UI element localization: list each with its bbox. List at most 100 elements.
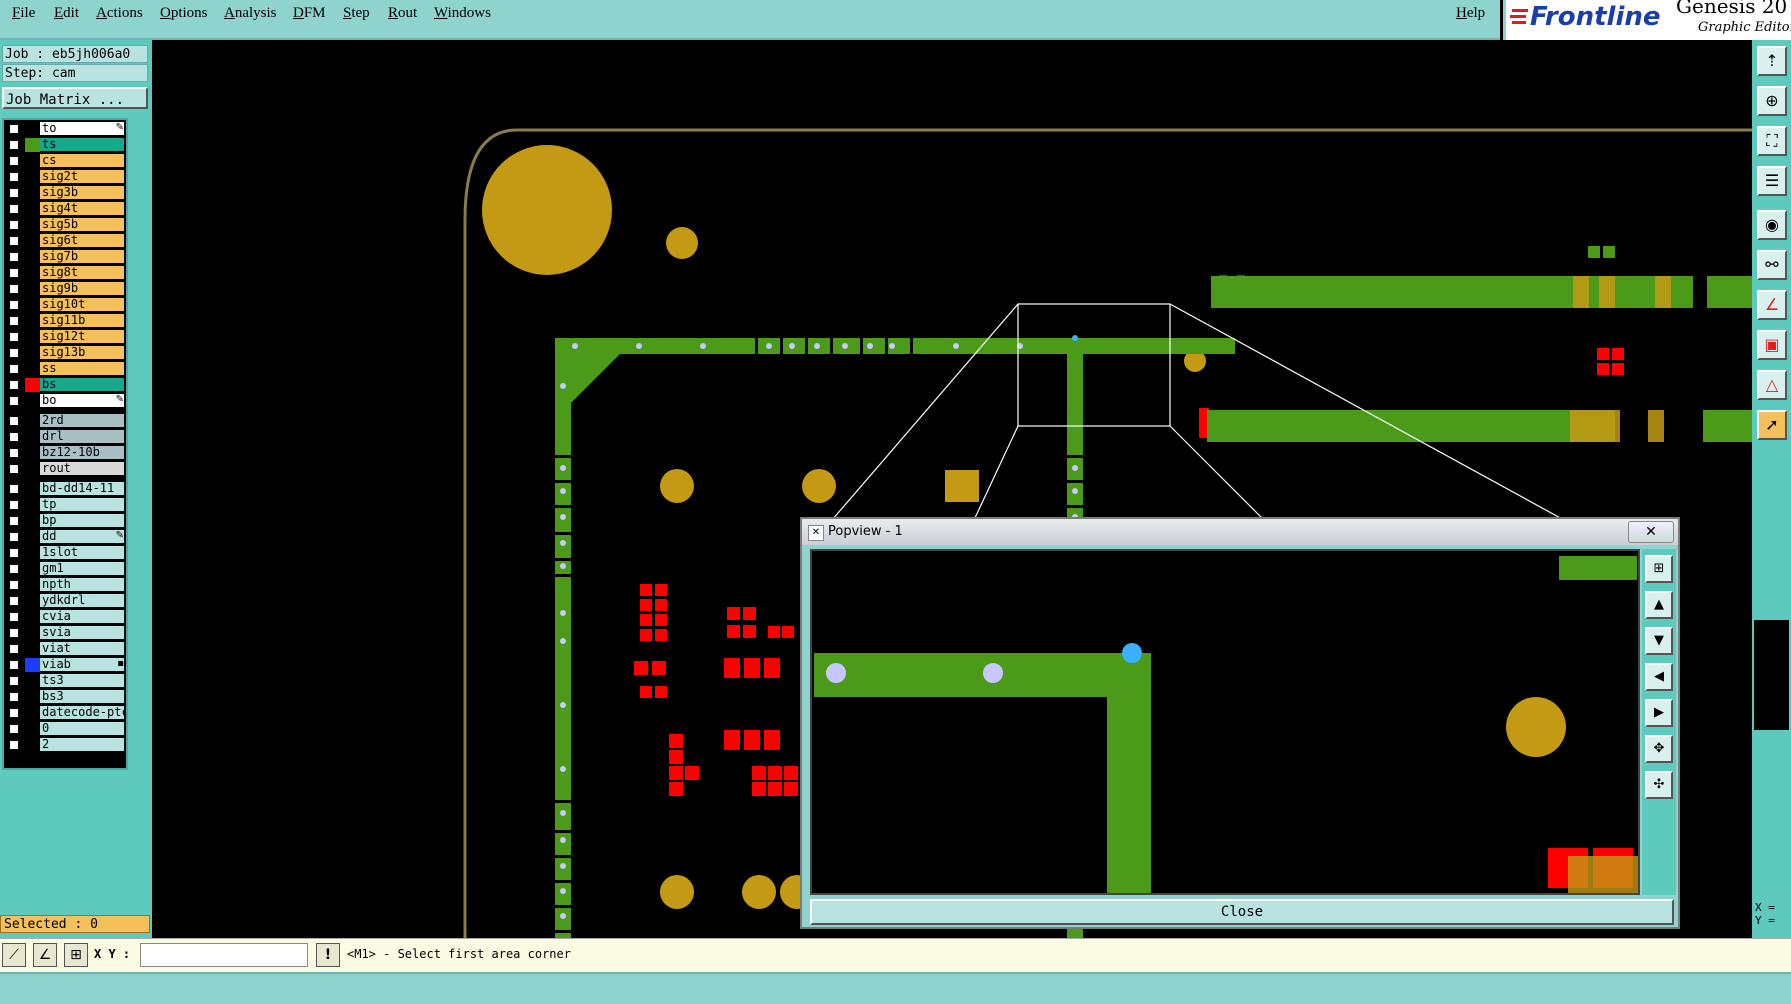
layer-checkbox[interactable]	[9, 724, 19, 734]
layer-checkbox[interactable]	[9, 532, 19, 542]
popview-zoom-icon[interactable]: ⊞	[1645, 555, 1673, 583]
grid-icon[interactable]: ⊞	[64, 943, 88, 967]
menu-rout[interactable]: Rout	[388, 5, 417, 22]
pan-right-icon[interactable]: ▶	[1645, 699, 1673, 727]
layer-row-sig2t[interactable]: sig2t	[4, 170, 126, 184]
layer-color-swatch[interactable]	[25, 642, 40, 656]
layer-row-bo[interactable]: bo ✎	[4, 394, 126, 408]
layer-name[interactable]: ts	[40, 138, 124, 151]
layer-checkbox[interactable]	[9, 484, 19, 494]
layer-name[interactable]: drl	[40, 430, 124, 443]
layer-checkbox[interactable]	[9, 268, 19, 278]
layer-checkbox[interactable]	[9, 500, 19, 510]
layer-color-swatch[interactable]	[25, 414, 40, 428]
layer-checkbox[interactable]	[9, 364, 19, 374]
layer-row-datecode-ptc[interactable]: datecode-ptc	[4, 706, 126, 720]
layer-row-gm1[interactable]: gm1	[4, 562, 126, 576]
layer-checkbox[interactable]	[9, 300, 19, 310]
layer-color-swatch[interactable]	[25, 234, 40, 248]
layer-checkbox[interactable]	[9, 220, 19, 230]
layer-color-swatch[interactable]	[25, 202, 40, 216]
layer-color-swatch[interactable]	[25, 610, 40, 624]
layer-color-swatch[interactable]	[25, 674, 40, 688]
layer-color-swatch[interactable]	[25, 314, 40, 328]
menu-actions[interactable]: Actions	[96, 5, 143, 22]
layer-checkbox[interactable]	[9, 156, 19, 166]
layer-checkbox[interactable]	[9, 204, 19, 214]
angle-tool-icon[interactable]: ∠	[33, 943, 57, 967]
layer-row-sig3b[interactable]: sig3b	[4, 186, 126, 200]
layer-checkbox[interactable]	[9, 284, 19, 294]
layer-name[interactable]: 2rd	[40, 414, 124, 427]
layer-color-swatch[interactable]	[25, 282, 40, 296]
layer-name[interactable]: sig2t	[40, 170, 124, 183]
zoom-fit-icon[interactable]: ⛶	[1757, 126, 1787, 156]
layer-checkbox[interactable]	[9, 660, 19, 670]
layer-checkbox[interactable]	[9, 140, 19, 150]
layer-row-ts[interactable]: ts	[4, 138, 126, 152]
layer-color-swatch[interactable]	[25, 738, 40, 752]
layer-checkbox[interactable]	[9, 432, 19, 442]
pan-down-icon[interactable]: ▼	[1645, 627, 1673, 655]
layer-row-bp[interactable]: bp	[4, 514, 126, 528]
layer-color-swatch[interactable]	[25, 266, 40, 280]
zoom-in-icon[interactable]: ✥	[1645, 735, 1673, 763]
layer-color-swatch[interactable]	[25, 690, 40, 704]
layer-row-sig10t[interactable]: sig10t	[4, 298, 126, 312]
layer-name[interactable]: bp	[40, 514, 124, 527]
layer-checkbox[interactable]	[9, 596, 19, 606]
layer-color-swatch[interactable]	[25, 362, 40, 376]
layer-color-swatch[interactable]	[25, 658, 40, 672]
layer-name[interactable]: bs3	[40, 690, 124, 703]
pan-left-icon[interactable]: ◀	[1645, 663, 1673, 691]
layer-row-npth[interactable]: npth	[4, 578, 126, 592]
menu-step[interactable]: Step	[343, 5, 370, 22]
menu-analysis[interactable]: Analysis	[224, 5, 277, 22]
pointer-icon[interactable]: ➚	[1757, 410, 1787, 440]
layer-checkbox[interactable]	[9, 332, 19, 342]
layer-row-bs3[interactable]: bs3	[4, 690, 126, 704]
snap-icon[interactable]: ◉	[1757, 210, 1787, 240]
layer-color-swatch[interactable]	[25, 722, 40, 736]
close-icon[interactable]: ✕	[1628, 521, 1674, 543]
layer-color-swatch[interactable]	[25, 430, 40, 444]
menu-edit[interactable]: Edit	[54, 5, 79, 22]
layer-row-cs[interactable]: cs	[4, 154, 126, 168]
zoom-out-icon[interactable]: ✣	[1645, 771, 1673, 799]
layer-checkbox[interactable]	[9, 464, 19, 474]
layer-name[interactable]: to	[40, 122, 124, 135]
layer-row-sig9b[interactable]: sig9b	[4, 282, 126, 296]
layer-color-swatch[interactable]	[25, 626, 40, 640]
layer-color-swatch[interactable]	[25, 330, 40, 344]
measure-icon[interactable]: ∠	[1757, 290, 1787, 320]
layer-name[interactable]: bz12-10b	[40, 446, 124, 459]
layer-checkbox[interactable]	[9, 740, 19, 750]
layer-row-rout[interactable]: rout	[4, 462, 126, 476]
layer-name[interactable]: 1slot	[40, 546, 124, 559]
pan-up-icon[interactable]: ▲	[1645, 591, 1673, 619]
xy-input[interactable]	[140, 943, 308, 967]
layer-name[interactable]: sig4t	[40, 202, 124, 215]
layer-checkbox[interactable]	[9, 580, 19, 590]
layer-row-1slot[interactable]: 1slot	[4, 546, 126, 560]
layer-name[interactable]: 0	[40, 722, 124, 735]
layer-row-sig8t[interactable]: sig8t	[4, 266, 126, 280]
layer-name[interactable]: sig12t	[40, 330, 124, 343]
layer-row-sig11b[interactable]: sig11b	[4, 314, 126, 328]
layer-row-tp[interactable]: tp	[4, 498, 126, 512]
menu-file[interactable]: File	[12, 5, 35, 22]
layer-color-swatch[interactable]	[25, 514, 40, 528]
layer-name[interactable]: 2	[40, 738, 124, 751]
layer-color-swatch[interactable]	[25, 154, 40, 168]
layer-row-viab[interactable]: viab ▪	[4, 658, 126, 672]
layer-name[interactable]: viab	[40, 658, 124, 671]
layer-checkbox[interactable]	[9, 612, 19, 622]
layer-row-sig12t[interactable]: sig12t	[4, 330, 126, 344]
layer-checkbox[interactable]	[9, 548, 19, 558]
layer-checkbox[interactable]	[9, 172, 19, 182]
layer-row-drl[interactable]: drl	[4, 430, 126, 444]
line-tool-icon[interactable]: ⟋	[2, 943, 26, 967]
layer-row-to[interactable]: to ✎	[4, 122, 126, 136]
layer-checkbox[interactable]	[9, 188, 19, 198]
layer-row-cvia[interactable]: cvia	[4, 610, 126, 624]
